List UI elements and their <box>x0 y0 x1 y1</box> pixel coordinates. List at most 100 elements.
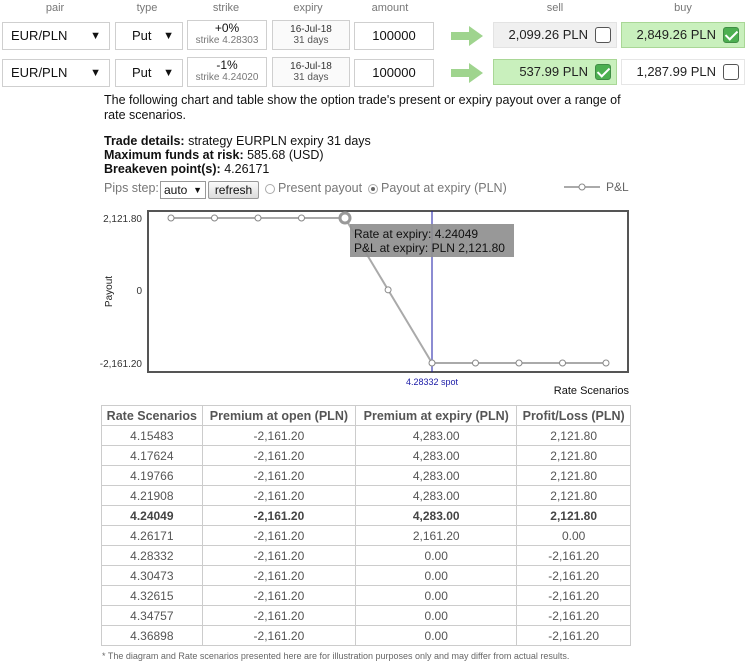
data-point <box>428 359 436 367</box>
data-point <box>298 214 306 222</box>
table-row: 4.32615 -2,161.20 0.00 -2,161.20 <box>101 585 631 606</box>
sell-price-value: 2,099.26 PLN <box>508 27 588 42</box>
arrow-right-icon <box>451 26 483 46</box>
chevron-down-icon: ▼ <box>193 185 202 195</box>
table-cell: -2,161.20 <box>201 605 357 626</box>
payout-chart: 2,121.80 0 -2,161.20 Payout 4.28332 spot Rate… <box>100 210 630 397</box>
pair-value: EUR/PLN <box>11 28 68 43</box>
max-funds: Maximum funds at risk: 585.68 (USD) <box>104 148 324 162</box>
strike-field[interactable]: +0% strike 4.28303 <box>187 20 267 50</box>
arrow-right-icon <box>451 63 483 83</box>
table-cell: 4.28332 <box>101 545 203 566</box>
sell-price-value: 537.99 PLN <box>519 64 588 79</box>
table-cell: 4.36898 <box>101 625 203 646</box>
table-cell: -2,161.20 <box>201 445 357 466</box>
sell-price[interactable]: 2,099.26 PLN <box>493 22 617 48</box>
x-axis-label: Rate Scenarios <box>554 385 630 397</box>
data-point <box>602 359 610 367</box>
expiry-field[interactable]: 16-Jul-18 31 days <box>272 57 350 87</box>
legend-line-icon <box>564 183 600 191</box>
buy-price-value: 1,287.99 PLN <box>636 64 716 79</box>
header-expiry: expiry <box>293 2 323 14</box>
rate-scenarios-table: Rate Scenarios Premium at open (PLN) Pre… <box>101 405 631 646</box>
strike-value: strike 4.24020 <box>195 72 259 83</box>
table-cell: 4,283.00 <box>355 485 518 506</box>
trade-details-value: strategy EURPLN expiry 31 days <box>188 134 371 148</box>
amount-input[interactable]: 100000 <box>354 59 434 87</box>
chevron-down-icon: ▼ <box>163 30 174 42</box>
strike-field[interactable]: -1% strike 4.24020 <box>187 57 267 87</box>
table-cell: -2,161.20 <box>516 565 631 586</box>
table-cell: -2,161.20 <box>201 585 357 606</box>
trade-details: Trade details: strategy EURPLN expiry 31… <box>104 134 371 148</box>
pips-step-label: Pips step: <box>104 181 159 195</box>
table-row: 4.34757 -2,161.20 0.00 -2,161.20 <box>101 605 631 626</box>
expiry-payout-label[interactable]: Payout at expiry (PLN) <box>381 181 507 195</box>
type-select[interactable]: Put ▼ <box>115 59 183 87</box>
disclaimer: * The diagram and Rate scenarios present… <box>102 651 570 661</box>
intro-text: The following chart and table show the o… <box>104 93 621 122</box>
buy-price[interactable]: 1,287.99 PLN <box>621 59 745 85</box>
data-point <box>167 214 175 222</box>
table-cell: 4,283.00 <box>355 445 518 466</box>
max-funds-value: 585.68 (USD) <box>247 148 324 162</box>
table-cell: 4.17624 <box>101 445 203 466</box>
sell-checkbox[interactable] <box>595 64 611 80</box>
data-point <box>210 214 218 222</box>
sell-price[interactable]: 537.99 PLN <box>493 59 617 85</box>
table-cell: 4,283.00 <box>355 465 518 486</box>
buy-checkbox[interactable] <box>723 27 739 43</box>
pair-value: EUR/PLN <box>11 65 68 80</box>
table-cell: 0.00 <box>355 545 518 566</box>
y-axis-label: Payout <box>104 276 115 307</box>
buy-checkbox[interactable] <box>723 64 739 80</box>
table-cell: 4.30473 <box>101 565 203 586</box>
table-row: 4.15483 -2,161.20 4,283.00 2,121.80 <box>101 425 631 446</box>
chevron-down-icon: ▼ <box>163 67 174 79</box>
buy-price[interactable]: 2,849.26 PLN <box>621 22 745 48</box>
amount-input[interactable]: 100000 <box>354 22 434 50</box>
breakeven-value: 4.26171 <box>224 162 270 176</box>
present-payout-radio[interactable] <box>265 184 275 194</box>
table-cell: 2,121.80 <box>516 465 631 486</box>
table-cell: -2,161.20 <box>201 525 357 546</box>
table-cell: 4,283.00 <box>355 425 518 446</box>
header-buy: buy <box>674 2 692 14</box>
col-premium-open: Premium at open (PLN) <box>201 405 357 426</box>
legend-label: P&L <box>606 180 629 194</box>
refresh-button[interactable]: refresh <box>208 181 259 199</box>
pair-select[interactable]: EUR/PLN ▼ <box>2 59 110 87</box>
table-cell: 2,121.80 <box>516 425 631 446</box>
table-cell: -2,161.20 <box>516 625 631 646</box>
pips-step-value: auto <box>164 183 188 197</box>
pair-select[interactable]: EUR/PLN ▼ <box>2 22 110 50</box>
pips-step-select[interactable]: auto ▼ <box>160 181 206 199</box>
max-funds-label: Maximum funds at risk: <box>104 148 244 162</box>
trade-details-label: Trade details: <box>104 134 185 148</box>
type-select[interactable]: Put ▼ <box>115 22 183 50</box>
table-cell: 0.00 <box>516 525 631 546</box>
table-row: 4.36898 -2,161.20 0.00 -2,161.20 <box>101 625 631 646</box>
col-premium-expiry: Premium at expiry (PLN) <box>355 405 518 426</box>
table-row: 4.28332 -2,161.20 0.00 -2,161.20 <box>101 545 631 566</box>
table-cell: 4.34757 <box>101 605 203 626</box>
expiry-field[interactable]: 16-Jul-18 31 days <box>272 20 350 50</box>
data-point <box>338 211 352 225</box>
table-cell: 4.32615 <box>101 585 203 606</box>
present-payout-label[interactable]: Present payout <box>278 181 362 195</box>
expiry-payout-radio[interactable] <box>368 184 378 194</box>
data-point <box>254 214 262 222</box>
tooltip-rate: Rate at expiry: 4.24049 <box>354 227 478 241</box>
table-cell: 0.00 <box>355 625 518 646</box>
header-type: type <box>136 2 158 14</box>
sell-checkbox[interactable] <box>595 27 611 43</box>
y-tick-label: -2,161.20 <box>100 359 143 370</box>
table-cell: 0.00 <box>355 565 518 586</box>
breakeven-label: Breakeven point(s): <box>104 162 221 176</box>
table-cell: 2,161.20 <box>355 525 518 546</box>
table-header-row: Rate Scenarios Premium at open (PLN) Pre… <box>101 405 631 426</box>
breakeven: Breakeven point(s): 4.26171 <box>104 162 269 176</box>
table-cell: 4.24049 <box>101 505 203 526</box>
table-cell: 2,121.80 <box>516 445 631 466</box>
strike-percent: -1% <box>216 58 238 72</box>
